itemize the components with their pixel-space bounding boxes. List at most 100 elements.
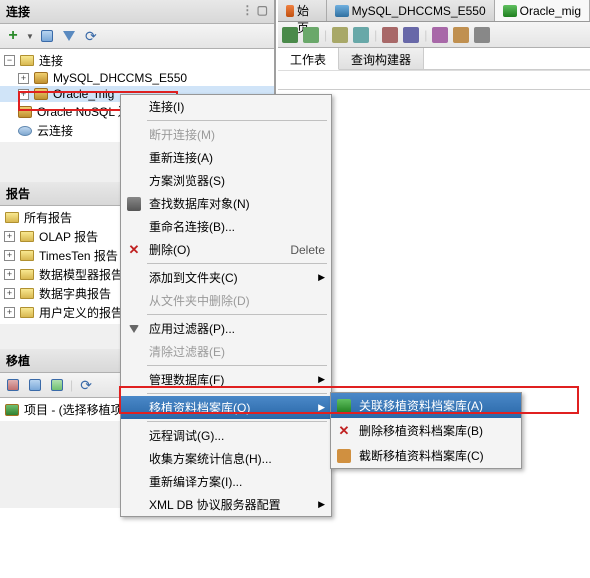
rollback-icon[interactable] (403, 27, 419, 43)
delete-icon: ✕ (127, 243, 141, 257)
tab-oracle-mig[interactable]: Oracle_mig (495, 0, 590, 21)
truncate-icon (337, 449, 351, 463)
tree-root-connections[interactable]: − 连接 (0, 51, 274, 70)
connections-header: 连接⋮ ▢ (0, 0, 274, 24)
menu-manage-db[interactable]: 管理数据库(F)▶ (121, 368, 331, 391)
expand-icon[interactable]: + (4, 307, 15, 318)
submenu-delete-repo[interactable]: ✕删除移植资料档案库(B) (331, 418, 521, 443)
sub-tab-label: 工作表 (290, 53, 326, 67)
explain-icon[interactable] (332, 27, 348, 43)
expand-icon[interactable]: + (18, 73, 29, 84)
menu-disconnect: 断开连接(M) (121, 123, 331, 146)
menu-separator (147, 421, 327, 422)
tab-mysql[interactable]: MySQL_DHCCMS_E550 (327, 0, 495, 21)
folder-icon (20, 231, 34, 242)
db-icon (18, 106, 32, 118)
menu-rename[interactable]: 重命名连接(B)... (121, 215, 331, 238)
home-icon (286, 5, 294, 17)
associate-icon (337, 399, 351, 413)
tab-label: MySQL_DHCCMS_E550 (352, 4, 486, 18)
mig-icon-1[interactable] (4, 376, 22, 394)
submenu-truncate[interactable]: 截断移植资料档案库(C) (331, 443, 521, 468)
expand-icon[interactable]: + (4, 288, 15, 299)
tree-label: 云连接 (37, 122, 73, 139)
search-icon (127, 197, 141, 211)
expand-icon[interactable]: + (18, 89, 29, 100)
sub-tab-query-builder[interactable]: 查询构建器 (339, 48, 424, 69)
menu-separator (147, 393, 327, 394)
filter-icon[interactable] (60, 27, 78, 45)
menu-delete[interactable]: ✕删除(O)Delete (121, 238, 331, 261)
tree-label: 数据字典报告 (39, 285, 111, 302)
tree-label: 所有报告 (24, 209, 72, 226)
folder-icon (20, 55, 34, 66)
menu-del-from-folder: 从文件夹中删除(D) (121, 289, 331, 312)
project-icon (5, 404, 19, 416)
refresh-icon[interactable]: ⟳ (82, 27, 100, 45)
folder-icon (20, 307, 34, 318)
tree-label: Oracle_mig (53, 87, 114, 101)
menu-migrate-repo[interactable]: 移植资料档案库(O)▶ (121, 396, 331, 419)
menu-apply-filter[interactable]: 应用过滤器(P)... (121, 317, 331, 340)
folder-icon (20, 250, 34, 261)
menu-clear-filter: 清除过滤器(E) (121, 340, 331, 363)
filter-icon (129, 325, 139, 333)
tree-label: 用户定义的报告 (39, 304, 123, 321)
menu-separator (147, 263, 327, 264)
worksheet-tabs: 工作表 查询构建器 (278, 48, 590, 70)
commit-icon[interactable] (382, 27, 398, 43)
menu-add-folder[interactable]: 添加到文件夹(C)▶ (121, 266, 331, 289)
editor-tabs: 起始页 MySQL_DHCCMS_E550 Oracle_mig (278, 0, 590, 22)
folder-icon (5, 212, 19, 223)
tree-label: 连接 (39, 52, 63, 69)
autotrace-icon[interactable] (353, 27, 369, 43)
cloud-icon (18, 126, 32, 136)
menu-find-db-obj[interactable]: 查找数据库对象(N) (121, 192, 331, 215)
editor-toolbar: | | | (278, 22, 590, 48)
delete-icon: ✕ (337, 424, 351, 438)
new-icon[interactable]: + (4, 27, 22, 45)
sql-icon (335, 5, 349, 17)
clear-icon[interactable] (432, 27, 448, 43)
sub-tab-worksheet[interactable]: 工作表 (278, 48, 339, 70)
menu-schema-browser[interactable]: 方案浏览器(S) (121, 169, 331, 192)
tile-icon[interactable] (38, 27, 56, 45)
expand-icon[interactable]: + (4, 231, 15, 242)
connection-item-mysql[interactable]: + MySQL_DHCCMS_E550 (0, 70, 274, 86)
expand-icon[interactable]: + (4, 250, 15, 261)
new-dropdown-icon[interactable]: ▼ (26, 32, 34, 41)
tab-label: Oracle_mig (520, 4, 581, 18)
menu-reconnect[interactable]: 重新连接(A) (121, 146, 331, 169)
menu-remote-debug[interactable]: 远程调试(G)... (121, 424, 331, 447)
context-menu: 连接(I) 断开连接(M) 重新连接(A) 方案浏览器(S) 查找数据库对象(N… (120, 94, 332, 517)
run-icon[interactable] (282, 27, 298, 43)
mig-icon-3[interactable] (48, 376, 66, 394)
menu-separator (147, 365, 327, 366)
menu-connect[interactable]: 连接(I) (121, 95, 331, 118)
sub-tab-label: 查询构建器 (351, 53, 411, 67)
edit-icon[interactable] (453, 27, 469, 43)
tab-home[interactable]: 起始页 (278, 0, 327, 21)
collapse-icon[interactable]: − (4, 55, 15, 66)
tree-label: OLAP 报告 (39, 228, 98, 245)
refresh-icon[interactable]: ⟳ (77, 376, 95, 394)
expand-icon[interactable]: + (4, 269, 15, 280)
run-script-icon[interactable] (303, 27, 319, 43)
tree-label: 数据模型器报告 (39, 266, 123, 283)
db-icon (34, 88, 48, 100)
divider (278, 89, 590, 90)
connections-toolbar: + ▼ ⟳ (0, 24, 274, 49)
tree-label: TimesTen 报告 (39, 247, 118, 264)
submenu-associate[interactable]: 关联移植资料档案库(A) (331, 393, 521, 418)
tree-label: MySQL_DHCCMS_E550 (53, 71, 187, 85)
submenu-migrate-repo: 关联移植资料档案库(A) ✕删除移植资料档案库(B) 截断移植资料档案库(C) (330, 392, 522, 469)
menu-recompile[interactable]: 重新编译方案(I)... (121, 470, 331, 493)
sql-icon (503, 5, 517, 17)
folder-icon (20, 269, 34, 280)
db-icon (34, 72, 48, 84)
misc-icon[interactable] (474, 27, 490, 43)
menu-gather-stats[interactable]: 收集方案统计信息(H)... (121, 447, 331, 470)
menu-separator (147, 120, 327, 121)
mig-icon-2[interactable] (26, 376, 44, 394)
menu-xmldb[interactable]: XML DB 协议服务器配置▶ (121, 493, 331, 516)
